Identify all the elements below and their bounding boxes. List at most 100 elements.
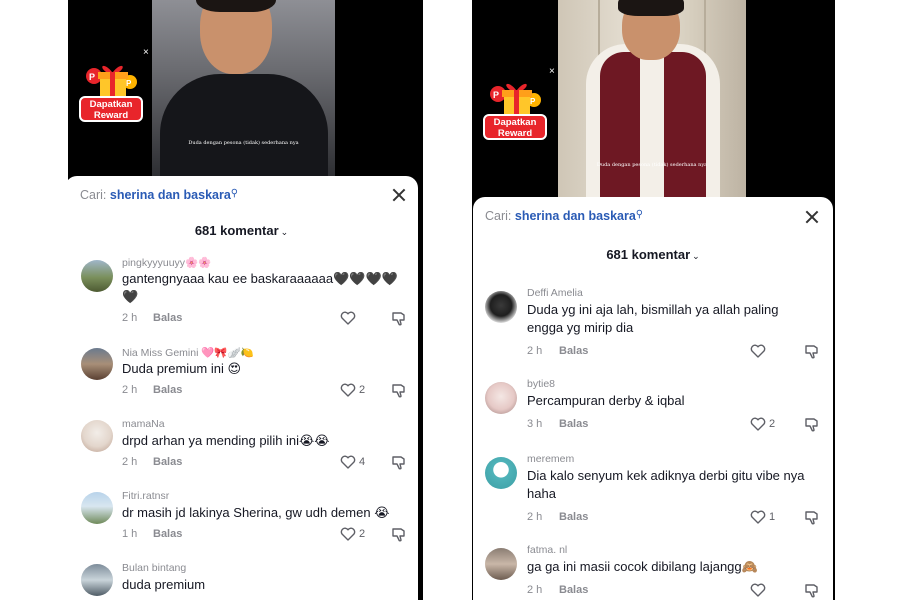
dislike-button[interactable]: [804, 417, 820, 433]
like-button[interactable]: [750, 583, 769, 597]
like-count: 2: [769, 418, 776, 430]
reward-label-line-1: Dapatkan: [493, 117, 537, 128]
like-button[interactable]: 1: [750, 510, 775, 524]
svg-text:P: P: [89, 72, 95, 82]
avatar[interactable]: [485, 382, 517, 414]
like-button[interactable]: 2: [340, 383, 365, 397]
like-button[interactable]: 2: [340, 527, 365, 541]
comment-username[interactable]: mamaNa: [122, 418, 165, 430]
comment-count[interactable]: 681 komentar ⌄: [473, 247, 833, 262]
thumbs-down-icon: [392, 528, 405, 542]
search-suggestion[interactable]: Cari: sherina dan baskara⚲: [80, 188, 238, 202]
like-count: 4: [359, 456, 366, 468]
comment-time: 2 h: [527, 345, 543, 357]
comment-time: 2 h: [122, 312, 138, 324]
heart-icon: [750, 583, 766, 597]
reply-button[interactable]: Balas: [559, 511, 588, 523]
comment-time: 1 h: [122, 528, 138, 540]
avatar[interactable]: [81, 420, 113, 452]
comment-username[interactable]: bytie8: [527, 378, 555, 390]
dislike-button[interactable]: [804, 344, 820, 360]
comment-text: gantengnyaaa kau ee baskaraaaaaa🖤🖤🖤🖤🖤: [122, 271, 398, 304]
reward-label: Dapatkan Reward: [79, 96, 143, 122]
video-player[interactable]: Duda dengan pesona (tidak) sederhana nya: [152, 0, 335, 178]
search-query[interactable]: sherina dan baskara: [110, 188, 231, 202]
comment-text: dr masih jd lakinya Sherina, gw udh deme…: [122, 505, 390, 520]
avatar[interactable]: [485, 548, 517, 580]
comments-sheet-right: Cari: sherina dan baskara⚲ 681 komentar ⌄…: [473, 197, 833, 607]
comment-count[interactable]: 681 komentar ⌄: [65, 223, 418, 238]
video-subtitle: Duda dengan pesona (tidak) sederhana nya: [188, 140, 299, 146]
chevron-down-icon: ⌄: [280, 227, 289, 237]
avatar[interactable]: [485, 457, 517, 489]
avatar[interactable]: [485, 291, 517, 323]
thumbs-down-icon: [805, 511, 818, 525]
comment-username[interactable]: Fitri.ratnsr: [122, 490, 169, 502]
comment-text: drpd arhan ya mending pilih ini😭😭: [122, 433, 330, 448]
avatar[interactable]: [81, 492, 113, 524]
comment-username[interactable]: pingkyyyuuyy🌸🌸: [122, 256, 211, 269]
avatar[interactable]: [81, 260, 113, 292]
heart-icon: [340, 311, 356, 325]
like-count: 1: [769, 511, 776, 523]
reply-button[interactable]: Balas: [559, 584, 588, 596]
comment-username[interactable]: Bulan bintang: [122, 562, 186, 574]
reward-close-icon[interactable]: ×: [143, 47, 149, 58]
like-button[interactable]: [750, 344, 769, 358]
reward-close-icon[interactable]: ×: [549, 66, 555, 77]
reward-label-line-2: Reward: [93, 110, 129, 121]
comment-text: duda premium: [122, 577, 206, 592]
search-icon: ⚲: [635, 209, 644, 220]
like-button[interactable]: 4: [340, 455, 365, 469]
svg-text:P: P: [493, 90, 499, 100]
like-button[interactable]: [340, 311, 359, 325]
comment-time: 2 h: [122, 456, 138, 468]
comment-text: Duda premium ini 😍: [122, 361, 242, 376]
person-shirt: [160, 74, 328, 178]
like-button[interactable]: 2: [750, 417, 775, 431]
reply-button[interactable]: Balas: [153, 384, 182, 396]
thumbs-down-icon: [392, 384, 405, 398]
reply-button[interactable]: Balas: [559, 345, 588, 357]
comment-username[interactable]: fatma. nl: [527, 544, 567, 556]
chevron-down-icon: ⌄: [692, 251, 700, 261]
reply-button[interactable]: Balas: [559, 418, 588, 430]
reward-badge[interactable]: P P Dapatkan Reward: [480, 76, 554, 146]
comment-time: 2 h: [122, 384, 138, 396]
avatar[interactable]: [81, 348, 113, 380]
close-icon[interactable]: [806, 211, 818, 223]
person-hair: [618, 0, 684, 16]
reward-badge[interactable]: P P Dapatkan Reward: [76, 58, 150, 128]
search-suggestion[interactable]: Cari: sherina dan baskara⚲: [485, 209, 643, 223]
dislike-button[interactable]: [804, 583, 820, 599]
thumbs-down-icon: [805, 418, 818, 432]
comment-time: 3 h: [527, 418, 543, 430]
reply-button[interactable]: Balas: [153, 312, 182, 324]
comment-username[interactable]: meremem: [527, 453, 574, 465]
comment-count-label: 681 komentar: [194, 223, 279, 238]
comments-sheet-left: Cari: sherina dan baskara⚲ 681 komentar ⌄…: [65, 176, 418, 606]
dislike-button[interactable]: [804, 510, 820, 526]
reply-button[interactable]: Balas: [153, 528, 182, 540]
like-count: 2: [359, 528, 366, 540]
search-prefix: Cari:: [80, 188, 107, 202]
thumbs-down-icon: [392, 312, 405, 326]
close-icon[interactable]: [393, 189, 405, 201]
video-player[interactable]: Duda dengan pesona (tidak) sederhana nya: [558, 0, 746, 200]
comment-text: Duda yg ini aja lah, bismillah ya allah …: [527, 302, 779, 335]
dislike-button[interactable]: [391, 455, 407, 471]
comment-username[interactable]: Deffi Amelia: [527, 287, 583, 299]
dislike-button[interactable]: [391, 311, 407, 327]
comment-username[interactable]: Nia Miss Gemini 🩷🎀🪽🍋: [122, 346, 254, 359]
heart-icon: [340, 455, 356, 469]
search-query[interactable]: sherina dan baskara: [515, 209, 636, 223]
avatar[interactable]: [81, 564, 113, 596]
reward-label-line-2: Reward: [497, 128, 533, 139]
video-subtitle: Duda dengan pesona (tidak) sederhana nya: [596, 162, 708, 168]
dislike-button[interactable]: [391, 527, 407, 543]
dislike-button[interactable]: [391, 383, 407, 399]
reply-button[interactable]: Balas: [153, 456, 182, 468]
svg-text:P: P: [530, 97, 536, 106]
person-hair: [196, 0, 276, 12]
thumbs-down-icon: [392, 456, 405, 470]
